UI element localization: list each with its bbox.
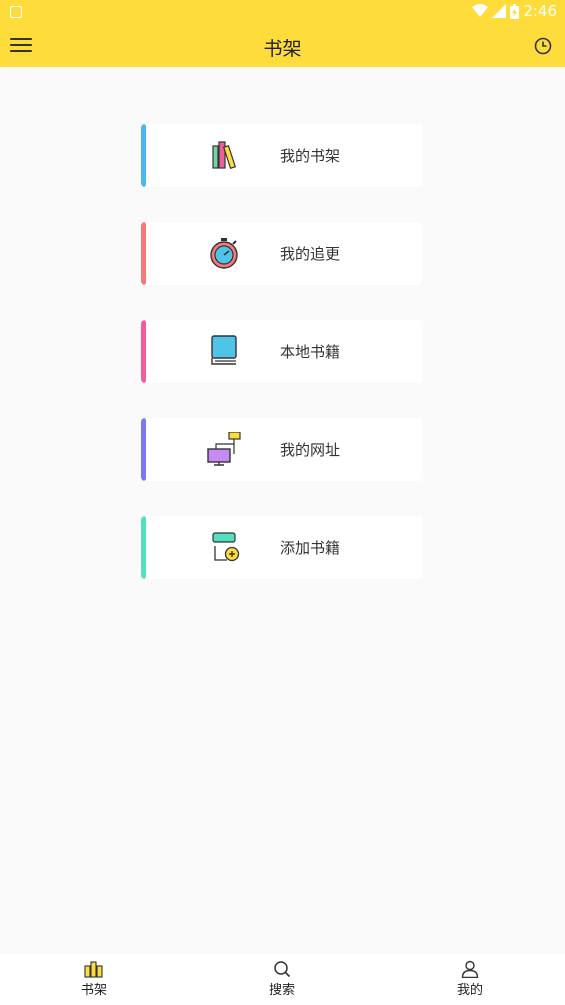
nav-label: 搜索 bbox=[268, 983, 295, 998]
card-label: 我的追更 bbox=[280, 245, 341, 263]
bookshelf-icon bbox=[84, 961, 103, 978]
cellular-signal-icon bbox=[492, 4, 507, 18]
stopwatch-icon bbox=[210, 238, 238, 269]
status-time: 2:46 bbox=[523, 2, 557, 20]
bottom-nav: 书架 搜索 我的 bbox=[0, 954, 565, 1005]
card-label: 我的书架 bbox=[280, 147, 341, 165]
app-bar: 书架 bbox=[0, 24, 565, 67]
nav-label: 我的 bbox=[456, 983, 483, 998]
card-label: 我的网址 bbox=[280, 441, 341, 459]
card-stripe bbox=[141, 516, 146, 579]
history-clock-icon[interactable] bbox=[533, 36, 553, 56]
bookshelf-icon bbox=[212, 141, 237, 169]
card-stripe bbox=[141, 124, 146, 187]
card-my-updates[interactable]: 我的追更 bbox=[141, 222, 422, 285]
wifi-icon bbox=[472, 4, 489, 17]
card-my-websites[interactable]: 我的网址 bbox=[141, 418, 422, 481]
user-icon bbox=[461, 960, 479, 978]
page-title: 书架 bbox=[263, 38, 302, 60]
search-icon bbox=[274, 961, 291, 978]
card-stripe bbox=[141, 320, 146, 383]
notification-app-icon bbox=[10, 6, 22, 18]
status-bar: 2:46 bbox=[0, 0, 565, 24]
card-label: 本地书籍 bbox=[280, 343, 341, 361]
nav-item-bookshelf[interactable]: 书架 bbox=[64, 960, 124, 998]
local-book-icon bbox=[211, 335, 237, 365]
add-book-icon bbox=[212, 532, 240, 562]
card-add-book[interactable]: 添加书籍 bbox=[141, 516, 422, 579]
card-stripe bbox=[141, 418, 146, 481]
web-network-icon bbox=[207, 432, 241, 466]
battery-icon bbox=[510, 3, 520, 19]
card-label: 添加书籍 bbox=[280, 539, 341, 557]
card-local-books[interactable]: 本地书籍 bbox=[141, 320, 422, 383]
card-my-bookshelf[interactable]: 我的书架 bbox=[141, 124, 422, 187]
nav-label: 书架 bbox=[80, 983, 107, 998]
nav-item-me[interactable]: 我的 bbox=[440, 960, 500, 998]
card-stripe bbox=[141, 222, 146, 285]
nav-item-search[interactable]: 搜索 bbox=[252, 960, 312, 998]
